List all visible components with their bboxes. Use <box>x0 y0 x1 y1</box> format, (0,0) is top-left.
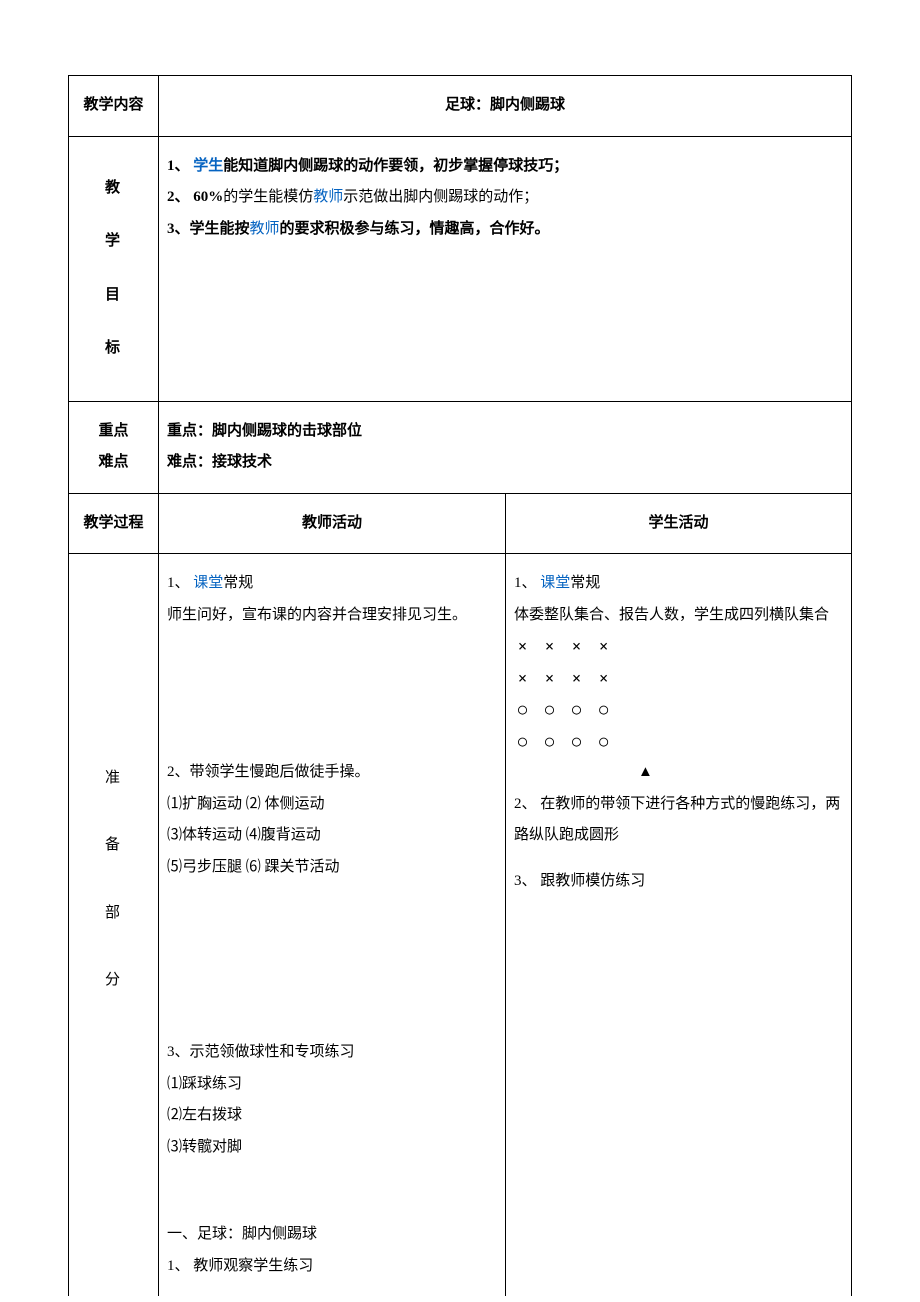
teacher-activity-main: 一、足球：脚内侧踢球 1、 教师观察学生练习 <box>159 1205 506 1296</box>
student-activity-main <box>506 1205 852 1296</box>
main-title: 一、足球：脚内侧踢球 <box>167 1219 497 1251</box>
student-activity-prep: 1、 课堂常规 体委整队集合、报告人数，学生成四列横队集合 ×××× ×××× … <box>506 554 852 1206</box>
link-classroom[interactable]: 课堂 <box>193 575 223 591</box>
teacher-item-3b: ⑵左右拨球 <box>167 1100 497 1132</box>
teacher-item-2c: ⑸弓步压腿 ⑹ 踝关节活动 <box>167 852 497 884</box>
teacher-activity-prep: 1、 课堂常规 师生问好，宣布课的内容并合理安排见习生。 2、带领学生慢跑后做徒… <box>159 554 506 1206</box>
formation-row-o2: ○○○○ <box>514 726 843 758</box>
formation-row-x1: ×××× <box>514 631 843 663</box>
formation-triangle: ▲ <box>514 757 843 789</box>
teacher-item-2: 2、带领学生慢跑后做徒手操。 <box>167 757 497 789</box>
header-process: 教学过程 <box>69 493 159 554</box>
teacher-item-1: 1、 课堂常规 <box>167 568 497 600</box>
link-teacher[interactable]: 教师 <box>313 189 343 205</box>
title-cell: 足球：脚内侧踢球 <box>159 76 852 137</box>
student-item-3: 3、 跟教师模仿练习 <box>514 866 843 898</box>
formation-row-x2: ×××× <box>514 663 843 695</box>
goal-2: 2、 60%的学生能模仿教师示范做出脚内侧踢球的动作； <box>167 182 843 214</box>
label-preparation: 准 备 部 分 <box>69 554 159 1206</box>
teacher-item-3c: ⑶转髋对脚 <box>167 1132 497 1164</box>
student-item-1: 1、 课堂常规 <box>514 568 843 600</box>
goal-3: 3、学生能按教师的要求积极参与练习，情趣高，合作好。 <box>167 214 843 246</box>
teacher-item-2a: ⑴扩胸运动 ⑵ 体侧运动 <box>167 789 497 821</box>
key-difficult-content: 重点：脚内侧踢球的击球部位 难点：接球技术 <box>159 401 852 493</box>
student-item-2: 2、 在教师的带领下进行各种方式的慢跑练习，两路纵队跑成圆形 <box>514 789 843 852</box>
label-goals: 教 学 目 标 <box>69 136 159 401</box>
row-bottom: 一、足球：脚内侧踢球 1、 教师观察学生练习 <box>69 1205 852 1296</box>
link-student[interactable]: 学生 <box>193 158 223 174</box>
teacher-item-3a: ⑴踩球练习 <box>167 1069 497 1101</box>
teacher-item-1c: 师生问好，宣布课的内容并合理安排见习生。 <box>167 600 497 632</box>
header-teacher-activity: 教师活动 <box>159 493 506 554</box>
row-headers: 教学过程 教师活动 学生活动 <box>69 493 852 554</box>
goal-1: 1、 学生能知道脚内侧踢球的动作要领，初步掌握停球技巧； <box>167 151 843 183</box>
student-item-1c: 体委整队集合、报告人数，学生成四列横队集合 <box>514 600 843 632</box>
link-teacher-2[interactable]: 教师 <box>250 221 280 237</box>
teacher-item-3: 3、示范领做球性和专项练习 <box>167 1037 497 1069</box>
goals-content: 1、 学生能知道脚内侧踢球的动作要领，初步掌握停球技巧； 2、 60%的学生能模… <box>159 136 852 401</box>
formation-row-o1: ○○○○ <box>514 694 843 726</box>
link-classroom-2[interactable]: 课堂 <box>540 575 570 591</box>
row-key-difficult: 重点 难点 重点：脚内侧踢球的击球部位 难点：接球技术 <box>69 401 852 493</box>
label-teaching-content: 教学内容 <box>69 76 159 137</box>
row-preparation: 准 备 部 分 1、 课堂常规 师生问好，宣布课的内容并合理安排见习生。 2、带… <box>69 554 852 1206</box>
teacher-item-2b: ⑶体转运动 ⑷腹背运动 <box>167 820 497 852</box>
row-goals: 教 学 目 标 1、 学生能知道脚内侧踢球的动作要领，初步掌握停球技巧； 2、 … <box>69 136 852 401</box>
label-key-difficult: 重点 难点 <box>69 401 159 493</box>
main-item-1: 1、 教师观察学生练习 <box>167 1251 497 1283</box>
row-teaching-content: 教学内容 足球：脚内侧踢球 <box>69 76 852 137</box>
header-student-activity: 学生活动 <box>506 493 852 554</box>
